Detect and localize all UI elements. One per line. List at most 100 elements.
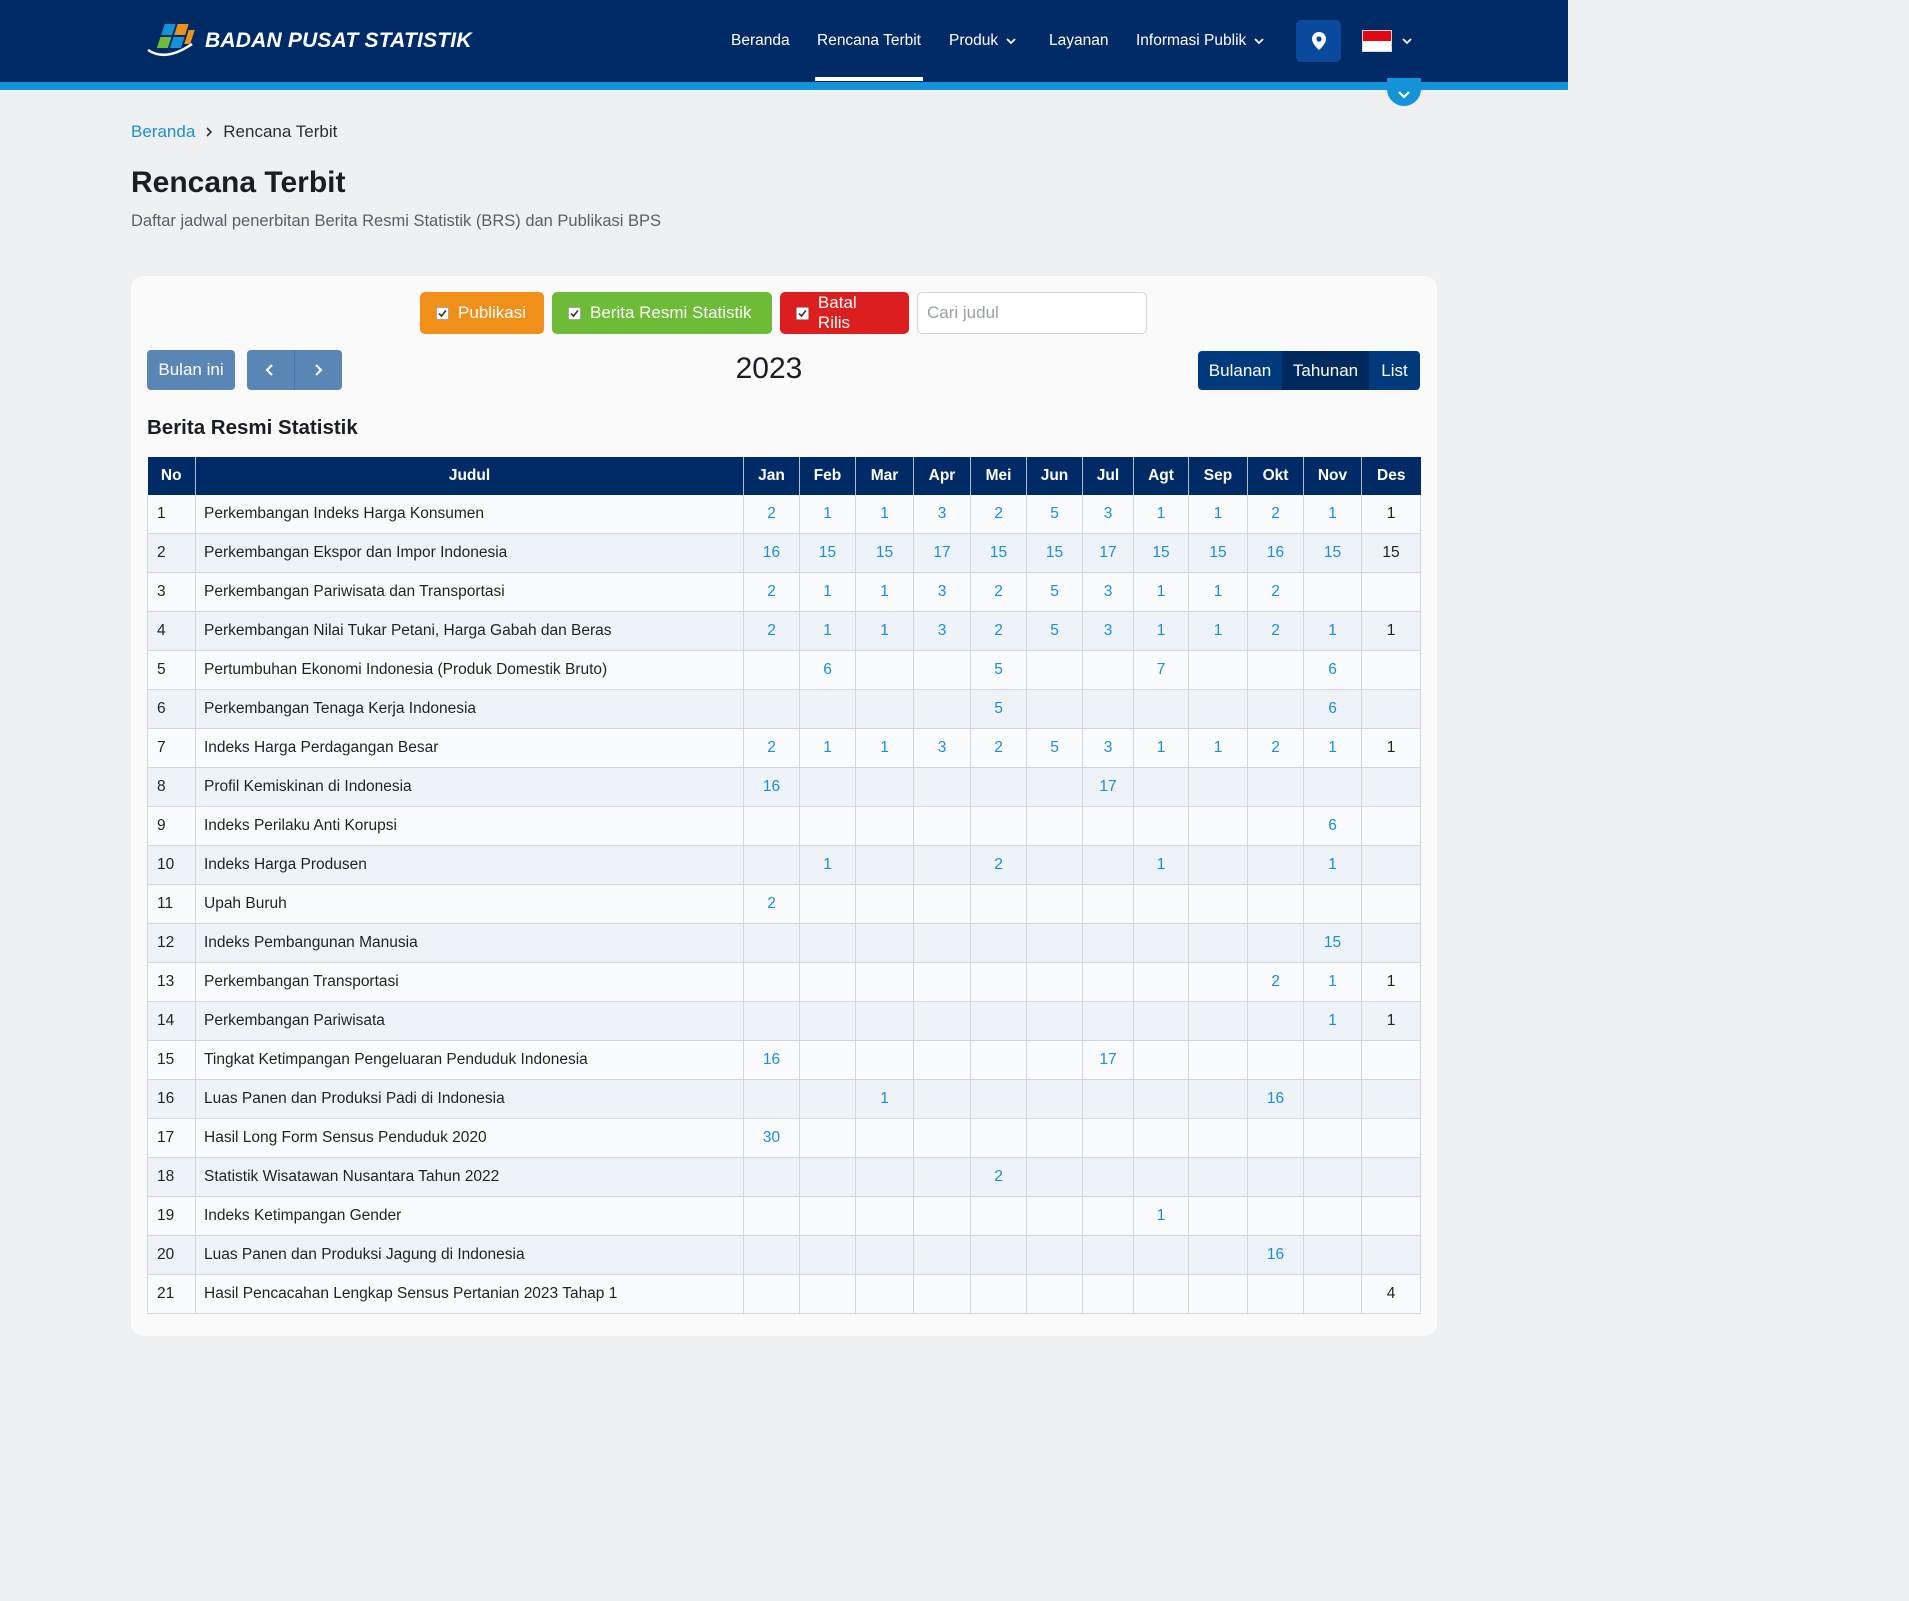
release-date-cell[interactable]: 15 bbox=[855, 533, 914, 573]
release-date-cell[interactable]: 16 bbox=[743, 1040, 800, 1080]
release-date-cell[interactable]: 1 bbox=[1303, 611, 1362, 651]
release-date-cell[interactable]: 2 bbox=[970, 572, 1027, 612]
release-date-cell[interactable]: 1 bbox=[1188, 572, 1248, 612]
expand-toggle-button[interactable] bbox=[1387, 78, 1421, 106]
release-date-cell[interactable]: 15 bbox=[1026, 533, 1083, 573]
release-date-cell[interactable]: 15 bbox=[799, 533, 856, 573]
release-date-cell[interactable]: 3 bbox=[1082, 611, 1134, 651]
release-date-cell[interactable]: 2 bbox=[743, 728, 800, 768]
release-date-cell[interactable]: 15 bbox=[1303, 533, 1362, 573]
nav-layanan[interactable]: Layanan bbox=[1049, 0, 1108, 82]
release-date-cell[interactable]: 1 bbox=[1188, 611, 1248, 651]
release-date-cell[interactable]: 6 bbox=[799, 650, 856, 690]
release-date-cell[interactable]: 1 bbox=[799, 845, 856, 885]
release-date-cell[interactable]: 1 bbox=[799, 572, 856, 612]
release-date-cell[interactable]: 2 bbox=[743, 572, 800, 612]
location-button[interactable] bbox=[1296, 20, 1341, 62]
release-date-cell[interactable]: 1 bbox=[1188, 728, 1248, 768]
release-date-cell[interactable]: 1 bbox=[1188, 495, 1248, 534]
release-date-cell[interactable]: 17 bbox=[913, 533, 971, 573]
release-date-cell[interactable]: 15 bbox=[970, 533, 1027, 573]
release-date-cell[interactable]: 5 bbox=[1026, 728, 1083, 768]
release-date-cell[interactable]: 1 bbox=[799, 495, 856, 534]
release-date-cell[interactable]: 1 bbox=[1303, 495, 1362, 534]
release-date-cell[interactable]: 15 bbox=[1133, 533, 1189, 573]
release-date-cell[interactable]: 2 bbox=[1247, 495, 1304, 534]
release-date-cell[interactable]: 1 bbox=[855, 728, 914, 768]
language-selector[interactable] bbox=[1362, 27, 1413, 55]
release-date-cell[interactable]: 5 bbox=[970, 650, 1027, 690]
release-date-cell[interactable]: 2 bbox=[1247, 728, 1304, 768]
filter-batal-rilis-toggle[interactable]: Batal Rilis bbox=[780, 292, 909, 334]
release-date-cell[interactable]: 5 bbox=[1026, 611, 1083, 651]
release-date-cell[interactable]: 1 bbox=[1133, 611, 1189, 651]
release-date-cell[interactable]: 16 bbox=[1247, 1079, 1304, 1119]
release-date-cell[interactable]: 1 bbox=[855, 495, 914, 534]
checkbox-checked-icon[interactable] bbox=[796, 306, 809, 320]
release-date-cell[interactable]: 2 bbox=[743, 611, 800, 651]
previous-button[interactable] bbox=[247, 350, 294, 390]
current-month-button[interactable]: Bulan ini bbox=[147, 350, 235, 390]
checkbox-checked-icon[interactable] bbox=[436, 306, 449, 320]
release-date-cell[interactable]: 15 bbox=[1188, 533, 1248, 573]
release-date-cell[interactable]: 2 bbox=[970, 845, 1027, 885]
release-date-cell[interactable]: 16 bbox=[1247, 533, 1304, 573]
release-date-cell[interactable]: 1 bbox=[1303, 1001, 1362, 1041]
filter-publikasi-toggle[interactable]: Publikasi bbox=[420, 292, 544, 334]
release-date-cell[interactable]: 1 bbox=[799, 611, 856, 651]
release-date-cell[interactable]: 16 bbox=[743, 533, 800, 573]
release-date-cell[interactable]: 1 bbox=[1303, 845, 1362, 885]
release-date-cell[interactable]: 17 bbox=[1082, 767, 1134, 807]
release-date-cell[interactable]: 17 bbox=[1082, 533, 1134, 573]
nav-rencana-terbit[interactable]: Rencana Terbit bbox=[817, 0, 921, 82]
release-date-cell[interactable]: 2 bbox=[743, 884, 800, 924]
release-date-cell[interactable]: 1 bbox=[1303, 962, 1362, 1002]
release-date-cell[interactable]: 1 bbox=[1133, 495, 1189, 534]
brand[interactable]: BADAN PUSAT STATISTIK bbox=[146, 20, 472, 62]
view-tahunan-button[interactable]: Tahunan bbox=[1282, 351, 1369, 390]
release-date-cell[interactable]: 3 bbox=[1082, 495, 1134, 534]
nav-beranda[interactable]: Beranda bbox=[731, 0, 790, 82]
release-date-cell[interactable]: 5 bbox=[970, 689, 1027, 729]
release-date-cell[interactable]: 5 bbox=[1026, 572, 1083, 612]
release-date-cell[interactable]: 3 bbox=[913, 728, 971, 768]
checkbox-checked-icon[interactable] bbox=[568, 306, 581, 320]
release-date-cell[interactable]: 6 bbox=[1303, 806, 1362, 846]
release-date-cell[interactable]: 5 bbox=[1026, 495, 1083, 534]
nav-informasi-publik[interactable]: Informasi Publik bbox=[1136, 0, 1265, 82]
release-date-cell[interactable]: 2 bbox=[970, 495, 1027, 534]
release-date-cell[interactable]: 3 bbox=[913, 611, 971, 651]
release-date-cell[interactable]: 2 bbox=[1247, 572, 1304, 612]
view-bulanan-button[interactable]: Bulanan bbox=[1198, 351, 1282, 390]
release-date-cell[interactable]: 6 bbox=[1303, 650, 1362, 690]
release-date-cell[interactable]: 2 bbox=[743, 495, 800, 534]
filter-brs-toggle[interactable]: Berita Resmi Statistik bbox=[552, 292, 772, 334]
release-date-cell[interactable]: 3 bbox=[913, 495, 971, 534]
next-button[interactable] bbox=[293, 350, 342, 390]
release-date-cell[interactable]: 1 bbox=[1133, 572, 1189, 612]
release-date-cell[interactable]: 17 bbox=[1082, 1040, 1134, 1080]
release-date-cell[interactable]: 1 bbox=[1303, 728, 1362, 768]
release-date-cell[interactable]: 2 bbox=[1247, 611, 1304, 651]
search-title-input[interactable] bbox=[917, 292, 1147, 334]
release-date-cell[interactable]: 1 bbox=[855, 572, 914, 612]
release-date-cell[interactable]: 6 bbox=[1303, 689, 1362, 729]
release-date-cell[interactable]: 3 bbox=[1082, 728, 1134, 768]
release-date-cell[interactable]: 1 bbox=[1133, 1196, 1189, 1236]
release-date-cell[interactable]: 2 bbox=[1247, 962, 1304, 1002]
release-date-cell[interactable]: 3 bbox=[1082, 572, 1134, 612]
release-date-cell[interactable]: 3 bbox=[913, 572, 971, 612]
release-date-cell[interactable]: 1 bbox=[799, 728, 856, 768]
release-date-cell[interactable]: 1 bbox=[1133, 728, 1189, 768]
nav-produk[interactable]: Produk bbox=[949, 0, 1017, 82]
release-date-cell[interactable]: 15 bbox=[1303, 923, 1362, 963]
breadcrumb-home[interactable]: Beranda bbox=[131, 122, 195, 142]
release-date-cell[interactable]: 7 bbox=[1133, 650, 1189, 690]
release-date-cell[interactable]: 16 bbox=[743, 767, 800, 807]
release-date-cell[interactable]: 1 bbox=[855, 1079, 914, 1119]
release-date-cell[interactable]: 30 bbox=[743, 1118, 800, 1158]
release-date-cell[interactable]: 2 bbox=[970, 728, 1027, 768]
view-list-button[interactable]: List bbox=[1369, 351, 1420, 390]
release-date-cell[interactable]: 1 bbox=[855, 611, 914, 651]
release-date-cell[interactable]: 2 bbox=[970, 611, 1027, 651]
